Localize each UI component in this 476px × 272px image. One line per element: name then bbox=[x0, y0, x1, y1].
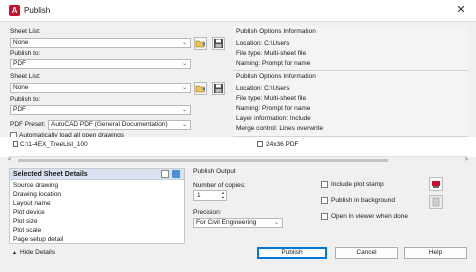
open-viewer-checkbox[interactable] bbox=[321, 213, 328, 220]
include-plot-stamp-checkbox[interactable] bbox=[321, 181, 328, 188]
scroll-right-icon[interactable]: > bbox=[464, 157, 468, 164]
precision-value: For Civil Engineering bbox=[196, 219, 257, 226]
info-naming: Naming: Prompt for name bbox=[236, 105, 311, 112]
sheet-list-combo[interactable]: None ⌄ bbox=[10, 38, 191, 48]
load-sheet-list-button[interactable] bbox=[194, 37, 207, 50]
copies-value: 1 bbox=[197, 192, 201, 199]
publish-options-info-title: Publish Options Information bbox=[236, 73, 316, 80]
sheet-list-value: None bbox=[13, 84, 29, 91]
detail-page-setup: Page setup detail bbox=[13, 236, 64, 243]
publish-to-label: Publish to: bbox=[10, 50, 41, 57]
info-location: Location: C:\Users bbox=[236, 85, 290, 92]
save-sheet-list-button[interactable] bbox=[212, 37, 225, 50]
sheet-name: C:\1-4EX_TreeList_100 bbox=[20, 141, 88, 148]
background-settings-button[interactable] bbox=[429, 195, 443, 209]
load-sheet-list-button[interactable] bbox=[194, 82, 207, 95]
sheet-list-combo[interactable]: None ⌄ bbox=[10, 83, 191, 93]
copies-stepper[interactable]: 1 ▲ ▼ bbox=[193, 190, 227, 201]
publish-background-label: Publish in background bbox=[331, 197, 395, 204]
copies-label: Number of copies: bbox=[193, 182, 246, 189]
cancel-button[interactable]: Cancel bbox=[335, 247, 398, 259]
title-bar: Publish ✕ bbox=[0, 0, 476, 22]
scroll-thumb[interactable] bbox=[18, 159, 388, 162]
pdf-preset-value: AutoCAD PDF (General Documentation) bbox=[51, 121, 168, 128]
info-naming: Naming: Prompt for name bbox=[236, 60, 311, 67]
folder-open-icon bbox=[195, 40, 205, 48]
autocad-app-icon bbox=[9, 5, 20, 16]
selected-sheet-details-panel: Selected Sheet Details Source drawing Dr… bbox=[9, 168, 185, 244]
open-viewer-label: Open in viewer when done bbox=[331, 213, 408, 220]
precision-combo[interactable]: For Civil Engineering ⌄ bbox=[193, 218, 283, 228]
drawing-file-icon bbox=[13, 141, 18, 147]
chevron-down-icon: ⌄ bbox=[181, 61, 187, 67]
page-setup-value: 24x36 PDF bbox=[266, 141, 299, 148]
publish-to-combo[interactable]: PDF ⌄ bbox=[10, 105, 191, 115]
chevron-up-icon: ▲ bbox=[12, 250, 17, 256]
save-sheet-list-button[interactable] bbox=[212, 82, 225, 95]
details-title: Selected Sheet Details bbox=[13, 171, 88, 178]
chevron-down-icon: ⌄ bbox=[181, 122, 187, 128]
detail-layout-name: Layout name bbox=[13, 200, 51, 207]
chevron-down-icon: ⌄ bbox=[181, 40, 187, 46]
table-row[interactable]: C:\1-4EX_TreeList_100 bbox=[13, 141, 88, 149]
pdf-preset-combo[interactable]: AutoCAD PDF (General Documentation) ⌄ bbox=[48, 120, 191, 130]
save-icon bbox=[214, 39, 223, 48]
stepper-down-icon[interactable]: ▼ bbox=[221, 196, 225, 200]
publish-button[interactable]: Publish bbox=[257, 247, 327, 259]
page-setup-cell[interactable]: 24x36 PDF bbox=[257, 141, 299, 149]
publish-to-value: PDF bbox=[13, 60, 26, 67]
publish-background-checkbox[interactable] bbox=[321, 197, 328, 204]
close-icon[interactable]: ✕ bbox=[454, 3, 468, 17]
plot-stamp-settings-button[interactable] bbox=[429, 177, 443, 191]
sheet-list-value: None bbox=[13, 39, 29, 46]
details-header: Selected Sheet Details bbox=[10, 169, 184, 180]
info-file-type: File type: Multi-sheet file bbox=[236, 95, 307, 102]
hide-details-label: Hide Details bbox=[19, 249, 55, 256]
chevron-down-icon: ⌄ bbox=[181, 85, 187, 91]
page-setup-icon bbox=[257, 141, 263, 147]
precision-label: Precision: bbox=[193, 209, 222, 216]
publish-to-label: Publish to: bbox=[10, 96, 41, 103]
sheet-list-label: Sheet List: bbox=[10, 73, 41, 80]
detail-plot-device: Plot device bbox=[13, 209, 45, 216]
horizontal-scrollbar[interactable]: < > bbox=[8, 156, 468, 163]
sheet-list-label: Sheet List: bbox=[10, 28, 41, 35]
detail-drawing-location: Drawing location bbox=[13, 191, 62, 198]
publish-to-combo[interactable]: PDF ⌄ bbox=[10, 59, 191, 69]
help-button[interactable]: Help bbox=[404, 247, 467, 259]
window-title: Publish bbox=[24, 6, 51, 15]
scroll-left-icon[interactable]: < bbox=[8, 157, 12, 164]
chevron-down-icon: ⌄ bbox=[181, 107, 187, 113]
publish-settings-icon bbox=[432, 197, 440, 207]
chevron-down-icon: ⌄ bbox=[273, 220, 279, 226]
publish-to-value: PDF bbox=[13, 106, 26, 113]
info-file-type: File type: Multi-sheet file bbox=[236, 50, 307, 57]
plot-stamp-icon bbox=[432, 181, 440, 188]
folder-open-icon bbox=[195, 85, 205, 93]
hide-details-link[interactable]: ▲ Hide Details bbox=[12, 249, 55, 257]
info-layer-information: Layer information: Include bbox=[236, 115, 311, 122]
info-location: Location: C:\Users bbox=[236, 40, 290, 47]
page-icon[interactable] bbox=[161, 170, 169, 178]
info-merge-control: Merge control: Lines overwrite bbox=[236, 125, 324, 132]
detail-plot-size: Plot size bbox=[13, 218, 38, 225]
publish-options-info-title: Publish Options Information bbox=[236, 28, 316, 35]
pdf-preset-label: PDF Preset: bbox=[10, 121, 46, 128]
include-plot-stamp-label: Include plot stamp bbox=[331, 181, 384, 188]
detail-source-drawing: Source drawing bbox=[13, 182, 59, 189]
publish-output-title: Publish Output bbox=[193, 168, 236, 175]
detail-plot-scale: Plot scale bbox=[13, 227, 42, 234]
save-icon bbox=[214, 84, 223, 93]
refresh-icon[interactable] bbox=[172, 170, 180, 178]
